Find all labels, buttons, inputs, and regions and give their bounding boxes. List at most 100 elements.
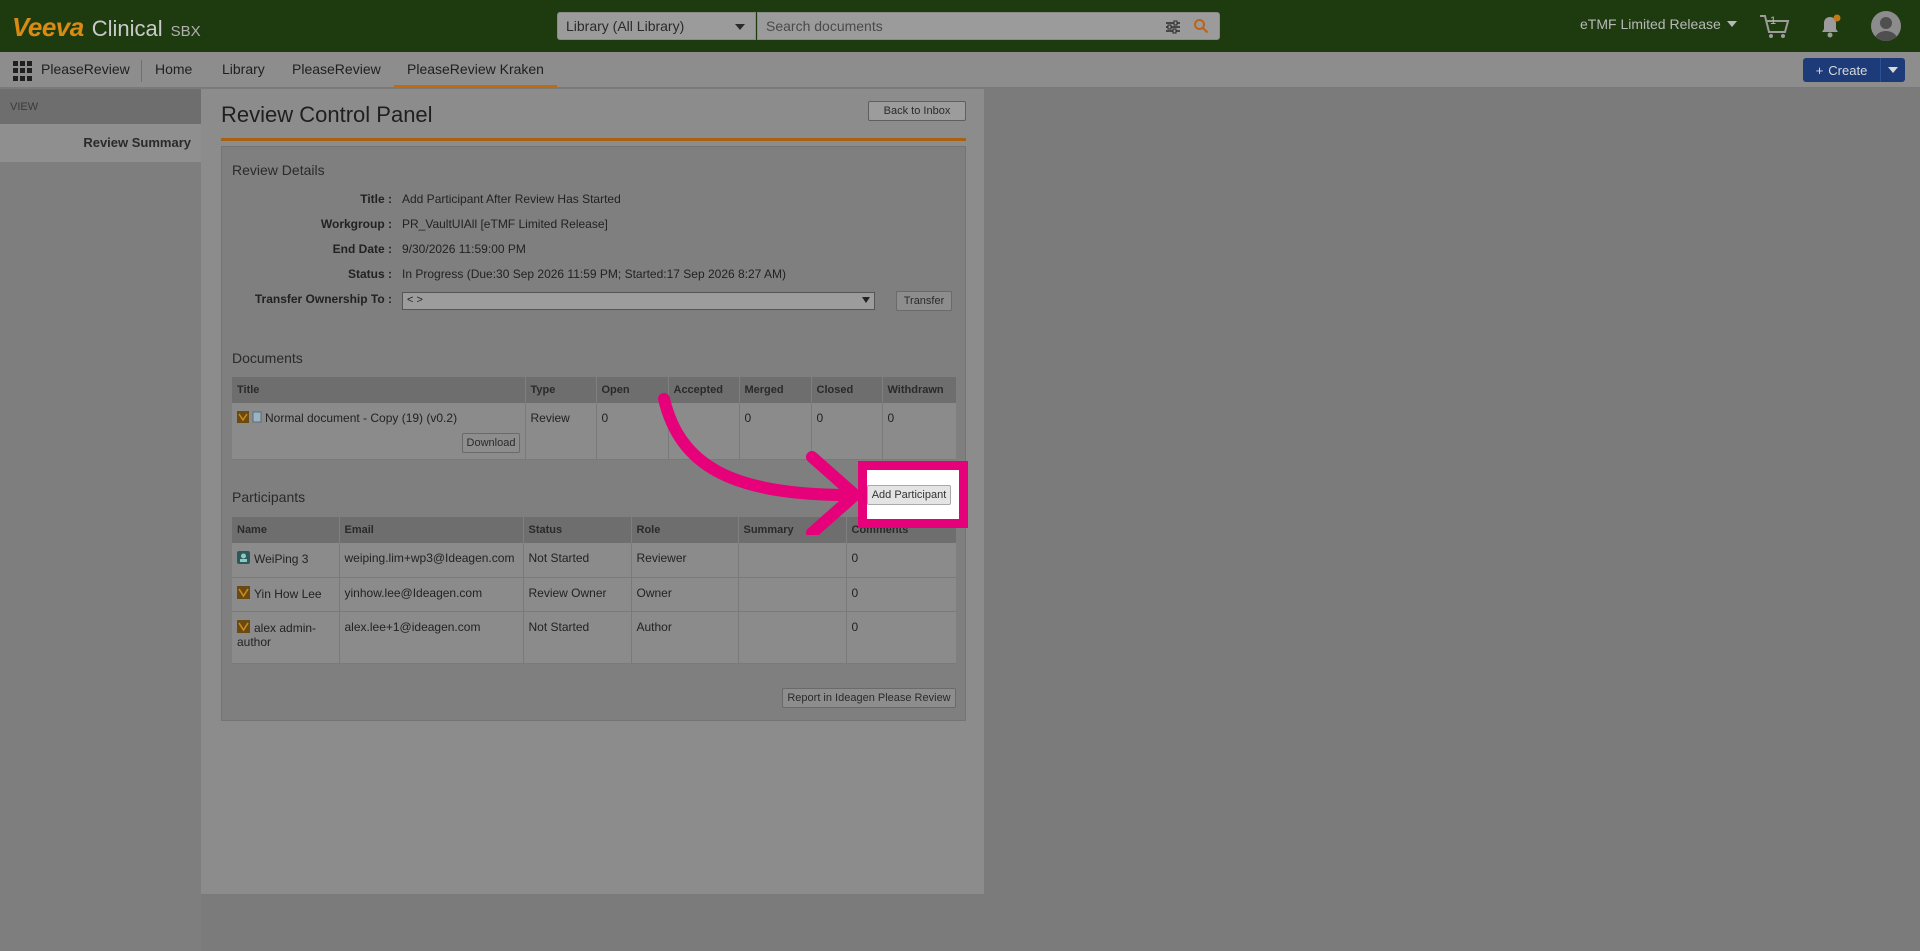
workgroup-value: PR_VaultUIAll [eTMF Limited Release] — [402, 217, 608, 231]
col-title[interactable]: Title — [232, 377, 526, 403]
sidebar-item-review-summary[interactable]: Review Summary — [0, 124, 201, 162]
back-to-inbox-button[interactable]: Back to Inbox — [868, 101, 966, 121]
reviewer-icon — [237, 551, 250, 564]
download-button[interactable]: Download — [462, 433, 520, 453]
participants-title: Participants — [232, 489, 306, 505]
table-row: Normal document - Copy (19) (v0.2) Downl… — [232, 403, 956, 460]
table-row: alex admin-author alex.lee+1@ideagen.com… — [232, 611, 956, 664]
document-file-icon — [252, 411, 262, 423]
plus-icon: + — [1815, 62, 1824, 78]
logo-env: SBX — [170, 23, 201, 40]
col-role[interactable]: Role — [631, 517, 739, 543]
participant-role: Author — [631, 611, 739, 664]
col-open[interactable]: Open — [596, 377, 669, 403]
cart-count: 1 — [1770, 15, 1777, 27]
logo-brand: Veeva — [12, 12, 84, 42]
search-placeholder: Search documents — [766, 18, 883, 34]
doc-closed: 0 — [811, 403, 883, 460]
col-email[interactable]: Email — [339, 517, 524, 543]
participant-summary — [738, 543, 847, 578]
author-icon — [237, 619, 250, 633]
participant-name: WeiPing 3 — [254, 552, 309, 566]
app-name[interactable]: PleaseReview — [41, 52, 130, 88]
tab-home[interactable]: Home — [155, 52, 192, 88]
create-button[interactable]: + Create — [1803, 58, 1905, 82]
review-details-title: Review Details — [232, 162, 325, 178]
library-select[interactable]: Library (All Library) — [557, 12, 756, 40]
transfer-owner-select[interactable]: < > — [402, 292, 875, 310]
top-bar: Veeva Clinical SBX Library (All Library)… — [0, 0, 1920, 52]
col-summary[interactable]: Summary — [738, 517, 847, 543]
end-date-value: 9/30/2026 11:59:00 PM — [402, 242, 526, 256]
participant-comments: 0 — [846, 611, 956, 664]
doc-type: Review — [525, 403, 597, 460]
participant-role: Reviewer — [631, 543, 739, 578]
participant-role: Owner — [631, 577, 739, 612]
sidebar-header: VIEW — [0, 89, 201, 124]
table-row: Yin How Lee yinhow.lee@Ideagen.com Revie… — [232, 577, 956, 612]
sidebar: VIEW Review Summary — [0, 89, 201, 951]
library-select-value: Library (All Library) — [566, 18, 685, 34]
participant-email: alex.lee+1@ideagen.com — [339, 611, 524, 664]
participants-table: Name Email Status Role Summary Comments … — [232, 517, 956, 664]
title-divider — [221, 138, 966, 141]
participant-status: Not Started — [523, 543, 632, 578]
veeva-logo[interactable]: Veeva Clinical SBX — [12, 12, 201, 42]
col-accepted[interactable]: Accepted — [668, 377, 740, 403]
participant-summary — [738, 577, 847, 612]
page-title: Review Control Panel — [221, 102, 433, 127]
workgroup-label: Workgroup : — [320, 217, 392, 231]
doc-merged: 0 — [739, 403, 812, 460]
chevron-down-icon — [862, 297, 870, 303]
filter-icon[interactable] — [1165, 19, 1181, 35]
status-value: In Progress (Due:30 Sep 2026 11:59 PM; S… — [402, 267, 787, 281]
doc-accepted — [668, 403, 740, 460]
search-input[interactable]: Search documents — [757, 12, 1220, 40]
doc-withdrawn: 0 — [882, 403, 956, 460]
transfer-button[interactable]: Transfer — [896, 291, 952, 311]
transfer-owner-value: < > — [407, 294, 423, 306]
participant-name: Yin How Lee — [254, 586, 322, 601]
review-card: Review Details Title : Add Participant A… — [221, 146, 966, 721]
notification-bell-icon[interactable] — [1818, 13, 1842, 39]
tab-pleasereview-kraken[interactable]: PleaseReview Kraken — [394, 52, 557, 88]
environment-select[interactable]: eTMF Limited Release — [1580, 16, 1737, 32]
chevron-down-icon — [1726, 21, 1737, 27]
search-icon[interactable] — [1193, 18, 1209, 34]
create-dropdown-toggle[interactable] — [1881, 67, 1905, 73]
tab-library[interactable]: Library — [222, 52, 265, 88]
col-closed[interactable]: Closed — [811, 377, 883, 403]
documents-table: Title Type Open Accepted Merged Closed W… — [232, 377, 956, 460]
end-date-label: End Date : — [332, 242, 392, 256]
status-label: Status : — [347, 267, 392, 281]
col-merged[interactable]: Merged — [739, 377, 812, 403]
chevron-down-icon — [735, 24, 745, 30]
col-type[interactable]: Type — [525, 377, 597, 403]
create-main-button[interactable]: + Create — [1803, 58, 1881, 82]
report-button[interactable]: Report in Ideagen Please Review — [782, 688, 956, 708]
participant-email: yinhow.lee@Ideagen.com — [339, 577, 524, 612]
participant-summary — [738, 611, 847, 664]
doc-open: 0 — [596, 403, 669, 460]
participant-comments: 0 — [846, 543, 956, 578]
logo-product: Clinical — [91, 16, 163, 41]
chevron-down-icon — [1888, 67, 1898, 73]
owner-icon — [237, 585, 250, 599]
title-value: Add Participant After Review Has Started — [402, 192, 621, 206]
nav-bar: PleaseReview Home Library PleaseReview P… — [0, 52, 1920, 88]
doc-title-cell: Normal document - Copy (19) (v0.2) Downl… — [232, 403, 526, 460]
app-grid-icon[interactable] — [13, 61, 33, 81]
participant-email: weiping.lim+wp3@Ideagen.com — [339, 543, 524, 578]
participant-name-cell: WeiPing 3 — [232, 543, 340, 578]
doc-title[interactable]: Normal document - Copy (19) (v0.2) — [265, 411, 457, 425]
user-avatar[interactable] — [1871, 11, 1901, 41]
participant-name-cell: Yin How Lee — [232, 577, 340, 612]
tab-pleasereview[interactable]: PleaseReview — [292, 52, 381, 88]
user-avatar-icon — [1875, 17, 1897, 41]
col-name[interactable]: Name — [232, 517, 340, 543]
col-withdrawn[interactable]: Withdrawn — [882, 377, 956, 403]
participant-comments: 0 — [846, 577, 956, 612]
add-participant-button[interactable]: Add Participant — [867, 485, 951, 505]
col-status[interactable]: Status — [523, 517, 632, 543]
table-row: WeiPing 3 weiping.lim+wp3@Ideagen.com No… — [232, 543, 956, 578]
